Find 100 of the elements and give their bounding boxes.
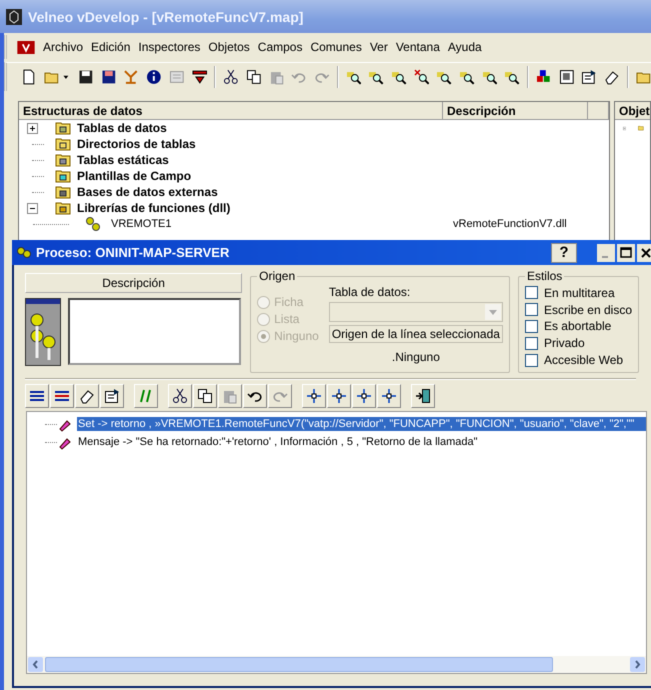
expand-toggle-icon[interactable] <box>27 202 38 214</box>
search-icon[interactable] <box>346 69 362 85</box>
horizontal-scrollbar[interactable] <box>27 656 646 673</box>
scroll-right-icon[interactable] <box>630 657 645 672</box>
merge-arrows-icon[interactable] <box>123 69 140 85</box>
move-icon <box>381 388 397 404</box>
form-icon[interactable] <box>581 69 597 85</box>
info-icon[interactable] <box>146 69 162 85</box>
gears-icon <box>16 244 32 260</box>
dialog-title: Proceso: ONINIT-MAP-SERVER <box>36 245 230 260</box>
app-logo-icon[interactable] <box>17 40 35 54</box>
tree-item[interactable]: Tablas de datos <box>77 121 167 135</box>
gears-icon <box>25 298 61 366</box>
column-header[interactable]: Objet <box>615 102 650 120</box>
menu-item[interactable]: Edición <box>87 40 134 54</box>
column-header[interactable]: Descripción <box>443 102 588 120</box>
menu-item[interactable]: Campos <box>254 40 306 54</box>
copy-icon[interactable] <box>246 69 262 85</box>
description-label: Descripción <box>25 273 242 293</box>
copy-icon <box>197 388 213 404</box>
funnel-icon[interactable] <box>192 69 208 85</box>
move-icon <box>306 388 322 404</box>
group-title: Origen <box>258 269 296 283</box>
menu-item[interactable]: Ver <box>366 40 392 54</box>
origin-value: .Ninguno <box>390 350 441 364</box>
menu-item[interactable]: Ventana <box>392 40 444 54</box>
checkbox[interactable]: Privado <box>524 335 632 352</box>
undo-button[interactable] <box>243 384 267 408</box>
minimize-icon[interactable] <box>597 244 615 262</box>
folder-icon <box>55 120 71 136</box>
lines-button[interactable] <box>25 384 49 408</box>
tree-item[interactable]: VREMOTE1 <box>111 218 453 230</box>
move-icon <box>356 388 372 404</box>
process-line[interactable]: Mensaje -> "Se ha retornado:"+'retorno' , Información , 5 , "Retorno de la llamada" <box>77 435 479 449</box>
app-icon <box>6 8 22 24</box>
move-button[interactable] <box>302 384 326 408</box>
search-icon[interactable] <box>482 69 498 85</box>
checkbox[interactable]: En multitarea <box>524 285 632 301</box>
eraser-icon <box>79 388 95 404</box>
eraser-button[interactable] <box>75 384 99 408</box>
description-cell: vRemoteFunctionV7.dll <box>453 218 567 230</box>
move-icon <box>331 388 347 404</box>
maximize-icon[interactable] <box>617 244 635 262</box>
checkbox[interactable]: Escribe en disco <box>524 302 632 318</box>
search-icon[interactable] <box>390 69 407 85</box>
window-title: Velneo vDevelop - [vRemoteFuncV7.map] <box>28 8 304 24</box>
copy-button[interactable] <box>193 384 217 408</box>
lines-icon <box>54 388 70 404</box>
exit-door-button[interactable] <box>411 384 435 408</box>
scroll-thumb[interactable] <box>45 657 553 672</box>
cut-icon <box>172 388 188 404</box>
group-title: Estilos <box>526 269 564 283</box>
tree-item[interactable]: Directorios de tablas <box>77 137 196 151</box>
help-button[interactable]: ? <box>551 242 577 262</box>
search-icon[interactable] <box>458 69 475 85</box>
column-header[interactable]: Estructuras de datos <box>19 102 443 120</box>
move-button[interactable] <box>327 384 351 408</box>
menu-item[interactable]: Archivo <box>39 40 88 54</box>
eraser-icon[interactable] <box>604 69 620 85</box>
checkbox[interactable]: Accesible Web <box>524 352 632 368</box>
cubes-icon[interactable] <box>536 69 552 85</box>
folder-icon <box>55 184 71 200</box>
close-icon[interactable] <box>637 244 651 262</box>
tree-item[interactable]: Plantillas de Campo <box>77 169 192 183</box>
tree-item[interactable]: Tablas estáticas <box>77 153 169 167</box>
search-icon[interactable] <box>414 69 430 85</box>
search-icon[interactable] <box>436 69 452 85</box>
search-icon[interactable] <box>504 69 520 85</box>
expand-toggle-icon[interactable] <box>27 122 38 134</box>
header-filler <box>588 102 609 120</box>
folder-icon <box>55 136 71 152</box>
tree-item[interactable]: Librerías de funciones (dll) <box>77 201 230 215</box>
folder-icon <box>55 152 71 168</box>
paste-icon <box>222 388 238 404</box>
menu-item[interactable]: Comunes <box>306 40 366 54</box>
cut-button[interactable] <box>168 384 192 408</box>
move-button[interactable] <box>352 384 376 408</box>
gears-icon <box>85 216 101 232</box>
menu-item[interactable]: Objetos <box>204 40 254 54</box>
folder-icon <box>55 200 71 216</box>
origin-button[interactable]: Origen de la línea seleccionada <box>328 325 503 343</box>
lines-button[interactable] <box>50 384 74 408</box>
field-label: Tabla de datos: <box>328 285 412 299</box>
form-icon <box>104 388 120 404</box>
lines-icon <box>29 388 45 404</box>
comment-slashes-icon <box>138 388 154 404</box>
menu-item[interactable]: Inspectores <box>134 40 204 54</box>
scroll-left-icon[interactable] <box>28 657 43 672</box>
move-button[interactable] <box>377 384 401 408</box>
search-icon[interactable] <box>368 69 384 85</box>
checkbox[interactable]: Es abortable <box>524 318 632 334</box>
tree-item[interactable]: Bases de datos externas <box>77 185 218 199</box>
menu-item[interactable]: Ayuda <box>444 40 486 54</box>
windows-icon[interactable] <box>558 69 574 85</box>
comment-slashes-button[interactable] <box>134 384 158 408</box>
new-document-icon[interactable] <box>21 69 37 85</box>
cut-icon[interactable] <box>223 69 239 85</box>
description-field[interactable] <box>68 298 241 365</box>
folder-icon <box>55 168 71 184</box>
form-button[interactable] <box>100 384 124 408</box>
